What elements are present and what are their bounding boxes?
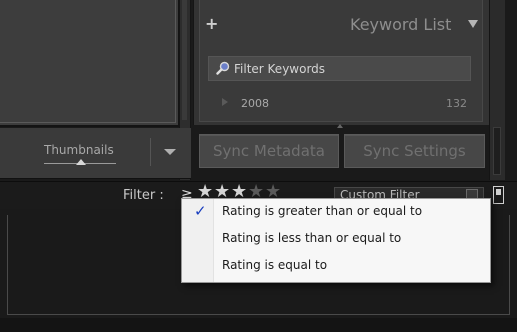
toolbar-menu-arrow-icon[interactable] <box>164 149 176 155</box>
filter-label: Filter : <box>123 188 164 203</box>
keyword-name: 2008 <box>241 97 269 110</box>
collapse-panel-arrow-icon[interactable] <box>468 20 478 28</box>
filter-keywords-placeholder: Filter Keywords <box>234 62 326 76</box>
menu-item-equal[interactable]: Rating is equal to <box>182 254 490 278</box>
filter-lock-icon <box>496 189 501 195</box>
panel-resize-grip-icon[interactable] <box>337 124 343 128</box>
bottom-bar <box>0 318 517 332</box>
scrollbar-thumb[interactable] <box>493 127 501 175</box>
menu-item-label: Rating is less than or equal to <box>222 231 402 245</box>
menu-item-label: Rating is greater than or equal to <box>222 204 423 218</box>
toolbar-separator <box>150 138 151 166</box>
panel-divider-grip[interactable] <box>182 0 187 120</box>
menu-item-label: Rating is equal to <box>222 258 328 272</box>
menu-item-less-equal[interactable]: Rating is less than or equal to <box>182 227 490 251</box>
menu-item-greater-equal[interactable]: ✓ Rating is greater than or equal to <box>182 200 490 224</box>
thumbnail-size-slider-knob[interactable] <box>76 159 86 165</box>
sync-settings-button[interactable]: Sync Settings <box>344 134 485 168</box>
grid-view-panel-bevel <box>0 0 176 123</box>
disclosure-triangle-icon[interactable] <box>222 98 228 106</box>
keyword-list-title[interactable]: Keyword List <box>350 15 451 34</box>
keyword-count: 132 <box>446 97 467 110</box>
thumbnails-label: Thumbnails <box>44 143 114 157</box>
search-icon <box>216 61 230 75</box>
sync-metadata-button[interactable]: Sync Metadata <box>199 134 339 168</box>
checkmark-icon: ✓ <box>194 202 207 220</box>
add-keyword-button[interactable]: + <box>205 14 218 33</box>
